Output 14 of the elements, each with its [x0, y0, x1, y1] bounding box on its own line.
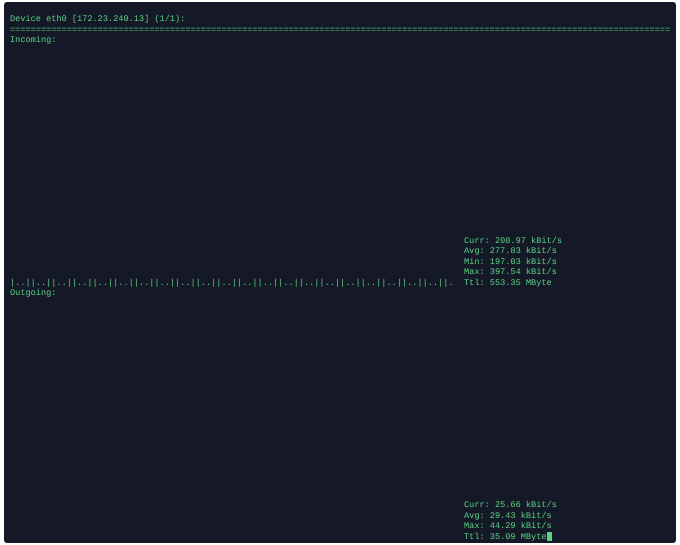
stat-line: Ttl: 553.35 MByte — [464, 278, 552, 288]
section-label: Outgoing: — [10, 288, 56, 298]
stat-line: Max: 44.29 kBit/s — [464, 521, 552, 532]
device-header: Device eth0 [172.23.240.13] (1/1): — [10, 14, 186, 24]
separator-line: ================================================================================================================================ — [10, 24, 670, 35]
section-label: Incoming: — [10, 35, 56, 46]
stat-line: Avg: 277.83 kBit/s — [464, 246, 557, 256]
stat-line: Curr: 208.97 kBit/s — [464, 236, 562, 246]
traffic-graph: |..||..||..||..||..||..||..||..||..||..||..||..||..||..||..||..||..||..||..||..||..||. — [10, 278, 454, 288]
stat-line: Curr: 25.66 kBit/s — [464, 500, 557, 510]
stat-line: Max: 397.54 kBit/s — [464, 267, 557, 278]
stat-line: Min: 197.03 kBit/s — [464, 256, 557, 267]
stat-line: Avg: 29.43 kBit/s — [464, 510, 552, 521]
stat-line: Ttl: 35.09 MByte — [464, 532, 547, 542]
